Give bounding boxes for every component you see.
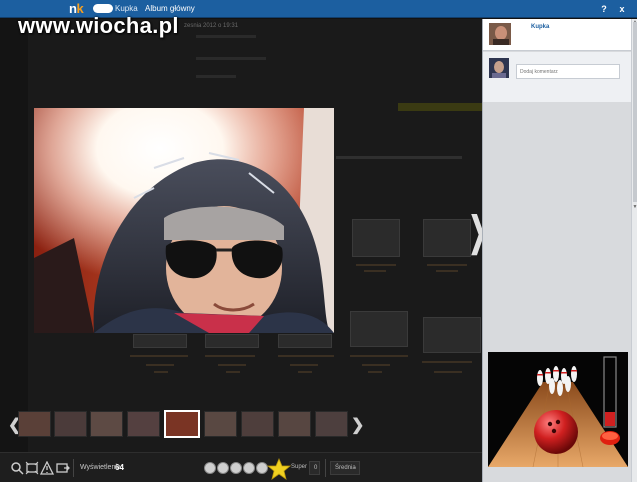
current-user-avatar-image (489, 58, 509, 78)
filmstrip-next-arrow[interactable]: ❯ (351, 415, 364, 435)
average-value: - (354, 465, 356, 471)
toolbar-divider (73, 459, 74, 477)
dimmed-thumb (205, 334, 259, 348)
dimmed-caption (362, 364, 390, 366)
bowling-game-ad[interactable] (488, 352, 628, 467)
filmstrip-thumb-active[interactable] (164, 410, 200, 438)
user-avatar-mini[interactable] (93, 4, 113, 13)
dimmed-thumb (423, 219, 471, 257)
close-button[interactable]: x (616, 3, 628, 15)
dimmed-caption (434, 371, 462, 373)
filmstrip-thumb[interactable] (315, 411, 348, 437)
photo-viewer: nk Kupka Album główny ? x www.wiocha.pl … (0, 0, 637, 482)
photo-image (34, 108, 334, 333)
bottom-toolbar: Wyświetlenia: 64 Super 0 Średnia - (0, 452, 482, 482)
dimmed-caption (436, 270, 458, 272)
dimmed-caption (205, 355, 255, 357)
views-count: 64 (115, 463, 124, 472)
magnifier-icon[interactable] (10, 461, 24, 475)
warning-icon[interactable] (40, 461, 54, 475)
dimmed-caption (130, 355, 188, 357)
comment-composer (483, 52, 631, 102)
dimmed-text-line (196, 57, 266, 60)
dimmed-caption (290, 364, 318, 366)
dimmed-caption (278, 355, 334, 357)
bowling-ad-image (488, 352, 628, 467)
filmstrip-thumb[interactable] (18, 411, 51, 437)
dimmed-thumb (423, 317, 481, 353)
sidebar-scrollbar[interactable]: ▲ ▼ (631, 19, 637, 482)
dimmed-caption (350, 355, 408, 357)
toolbar-divider (325, 459, 326, 477)
dimmed-caption (298, 371, 312, 373)
filmstrip-thumb[interactable] (278, 411, 311, 437)
album-link[interactable]: Album główny (145, 4, 195, 13)
share-icon[interactable] (56, 461, 70, 475)
rating-face-2[interactable] (217, 462, 229, 474)
current-user-avatar (489, 58, 509, 78)
dimmed-ad-bar (398, 103, 482, 111)
dimmed-text-line (196, 75, 236, 78)
dimmed-text-line (336, 156, 462, 159)
filmstrip-thumb[interactable] (241, 411, 274, 437)
filmstrip-thumb[interactable] (127, 411, 160, 437)
main-photo[interactable] (34, 108, 334, 333)
dimmed-caption (146, 364, 174, 366)
fit-screen-icon[interactable] (25, 461, 39, 475)
rating-count-box[interactable]: 0 (309, 461, 320, 475)
dimmed-caption (218, 364, 246, 366)
filmstrip-thumb[interactable] (54, 411, 87, 437)
dimmed-thumb (278, 334, 332, 348)
super-label: Super (291, 464, 308, 470)
next-photo-arrow[interactable]: ❯ (469, 209, 482, 255)
watermark: www.wiocha.pl (18, 13, 179, 38)
rating-face-1[interactable] (204, 462, 216, 474)
owner-avatar-image (489, 23, 511, 45)
help-button[interactable]: ? (598, 3, 610, 15)
owner-avatar[interactable] (489, 23, 511, 45)
comment-input[interactable] (516, 64, 620, 79)
dimmed-caption (356, 264, 396, 266)
scroll-down-icon[interactable]: ▼ (632, 204, 637, 210)
dimmed-date: zesnia 2012 o 19:31 (184, 23, 239, 29)
dimmed-caption (226, 371, 240, 373)
owner-name[interactable]: Kupka (531, 24, 549, 30)
dimmed-caption (368, 371, 382, 373)
comments-sidebar: Kupka ▲ ▼ (482, 19, 637, 482)
dimmed-caption (364, 270, 386, 272)
filmstrip-thumb[interactable] (90, 411, 123, 437)
super-star-icon[interactable] (264, 458, 294, 480)
username-link[interactable]: Kupka (115, 4, 138, 13)
owner-header: Kupka (483, 19, 631, 51)
dimmed-thumb (350, 311, 408, 347)
average-label: Średnia (335, 465, 356, 471)
filmstrip: ❮ ❯ (0, 407, 482, 441)
dimmed-caption (422, 361, 472, 363)
dimmed-caption (427, 264, 467, 266)
dimmed-thumb (133, 334, 187, 348)
filmstrip-thumb[interactable] (204, 411, 237, 437)
rating-face-3[interactable] (230, 462, 242, 474)
rating-face-4[interactable] (243, 462, 255, 474)
dimmed-text-line (196, 35, 256, 38)
dimmed-thumb (352, 219, 400, 257)
dimmed-caption (154, 371, 168, 373)
average-rating-box: Średnia - (330, 461, 360, 475)
scrollbar-thumb[interactable] (633, 22, 637, 202)
